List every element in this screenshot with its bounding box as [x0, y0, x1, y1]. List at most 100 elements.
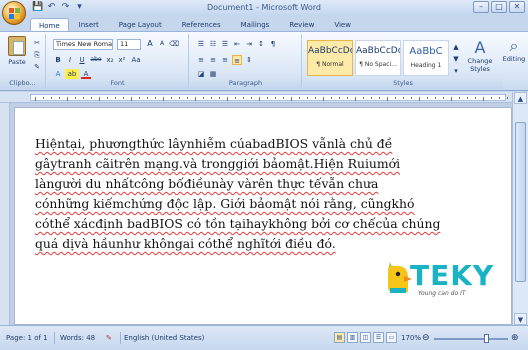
highlight-icon[interactable]: ab — [65, 69, 79, 79]
change-styles-button[interactable]: A Change Styles — [463, 39, 497, 74]
tab-mailings[interactable]: Mailings — [231, 18, 280, 32]
ruler-tick — [75, 97, 76, 99]
zoom-in-icon[interactable]: ⊕ — [511, 333, 519, 343]
zoom-slider-thumb[interactable] — [483, 334, 489, 343]
font-size-select[interactable]: 11 — [117, 39, 141, 50]
styles-more-icon[interactable]: ▾ — [451, 66, 461, 76]
horizontal-ruler[interactable] — [0, 92, 528, 103]
word-count[interactable]: Words: 48 — [60, 334, 95, 342]
text-effects-icon[interactable]: A — [53, 69, 63, 79]
proofing-icon[interactable]: ✎ — [106, 334, 112, 342]
window-title: Document1 - Microsoft Word — [206, 3, 322, 12]
grow-font-icon[interactable]: A — [145, 39, 155, 49]
style-heading-1[interactable]: AaBbC Heading 1 — [403, 40, 449, 76]
page-count[interactable]: Page: 1 of 1 — [6, 334, 48, 342]
ruler-tick — [411, 97, 412, 99]
justify-icon[interactable]: ≡ — [232, 55, 242, 65]
tab-references[interactable]: References — [172, 18, 231, 32]
office-button[interactable] — [2, 1, 26, 25]
strikethrough-button[interactable]: abe — [89, 55, 103, 65]
scroll-thumb[interactable] — [515, 122, 526, 282]
ruler-tick — [35, 97, 36, 101]
ruler-tick — [315, 97, 316, 99]
borders-icon[interactable]: ▦ — [208, 69, 218, 79]
ruler-tick — [275, 97, 276, 99]
show-marks-icon[interactable]: ¶ — [268, 39, 278, 49]
styles-scroll: ▲ ▼ ▾ — [451, 42, 461, 76]
language-indicator[interactable]: English (United States) — [124, 334, 204, 342]
full-screen-reading-icon[interactable]: ▥ — [347, 332, 358, 343]
bold-button[interactable]: B — [53, 55, 63, 65]
editing-button[interactable]: ⌕ Editing — [500, 37, 528, 64]
ruler-tick — [83, 97, 84, 99]
ruler-tick — [171, 97, 172, 99]
bullets-icon[interactable]: ☰ — [196, 39, 206, 49]
ruler-tick — [259, 97, 260, 101]
copy-icon[interactable]: ⎘ — [32, 50, 42, 60]
tab-review[interactable]: Review — [279, 18, 324, 32]
subscript-button[interactable]: x₂ — [105, 55, 115, 65]
align-center-icon[interactable]: ≡ — [208, 55, 218, 65]
align-left-icon[interactable]: ≡ — [196, 55, 206, 65]
sort-icon[interactable]: ↕ — [256, 39, 266, 49]
font-color-icon[interactable]: A — [81, 69, 91, 79]
numbering-icon[interactable]: ☷ — [208, 39, 218, 49]
status-divider — [120, 332, 121, 344]
increase-indent-icon[interactable]: ⇥ — [244, 39, 254, 49]
alignment-buttons: ≡ ≡ ≡ ≡ ⇕ — [196, 55, 254, 65]
ruler-tick — [195, 97, 196, 101]
decrease-indent-icon[interactable]: ⇤ — [232, 39, 242, 49]
underline-button[interactable]: U — [77, 55, 87, 65]
clear-formatting-icon[interactable]: ⌫ — [169, 39, 179, 49]
document-line: cóthể xácđịnh badBIOS có tồn tạihaykhông… — [35, 216, 441, 231]
styles-down-icon[interactable]: ▼ — [451, 54, 461, 64]
ribbon-tabs: Home Insert Page Layout References Maili… — [30, 18, 361, 32]
font-group: Times New Roma 11 A A ⌫ B I U abe x₂ x² … — [47, 34, 189, 89]
paste-button[interactable]: Paste — [4, 36, 30, 74]
style-no-spacing[interactable]: AaBbCcDc ¶ No Spaci... — [355, 40, 401, 76]
minimize-button[interactable]: – — [473, 1, 489, 13]
document-body[interactable]: Hiệntại, phươngthức lâynhiễm cúabadBIOS … — [35, 134, 495, 254]
scroll-up-icon[interactable]: ▲ — [514, 92, 527, 104]
ruler-tick — [467, 97, 468, 99]
tab-home[interactable]: Home — [30, 18, 69, 32]
cut-icon[interactable]: ✂ — [32, 38, 42, 48]
shading-icon[interactable]: ◪ — [196, 69, 206, 79]
zoom-slider[interactable] — [434, 338, 508, 340]
zoom-level[interactable]: 170% — [401, 334, 421, 342]
align-right-icon[interactable]: ≡ — [220, 55, 230, 65]
tab-insert[interactable]: Insert — [69, 18, 109, 32]
ribbon: Paste ✂ ⎘ ✎ Clipbo... Times New Roma 11 … — [0, 31, 528, 91]
shrink-font-icon[interactable]: A — [157, 39, 167, 49]
italic-button[interactable]: I — [65, 55, 75, 65]
draft-view-icon[interactable]: ▭ — [386, 332, 397, 343]
styles-up-icon[interactable]: ▲ — [451, 42, 461, 52]
print-layout-view-icon[interactable]: ▤ — [334, 332, 345, 343]
outline-view-icon[interactable]: ☰ — [373, 332, 384, 343]
tab-page-layout[interactable]: Page Layout — [109, 18, 172, 32]
tab-view[interactable]: View — [324, 18, 361, 32]
format-painter-icon[interactable]: ✎ — [32, 62, 42, 72]
line-spacing-icon[interactable]: ⇕ — [244, 55, 254, 65]
multilevel-list-icon[interactable]: ☰ — [220, 39, 230, 49]
scroll-down-icon[interactable]: ▼ — [514, 313, 527, 325]
ruler-tick — [59, 97, 60, 99]
ruler-tick — [451, 97, 452, 101]
vertical-ruler[interactable] — [0, 103, 10, 325]
document-line: quá dịvà hầunhư khôngai cóthể nghĩtới đi… — [35, 236, 336, 251]
superscript-button[interactable]: x² — [117, 55, 127, 65]
change-case-button[interactable]: Aa — [129, 55, 143, 65]
style-normal[interactable]: AaBbCcDc ¶ Normal — [307, 40, 353, 76]
ruler-tick — [107, 97, 108, 99]
teky-tagline: Young can do IT — [418, 290, 466, 297]
vertical-scrollbar[interactable]: ▲ ▼ — [512, 92, 528, 325]
maximize-button[interactable]: □ — [491, 1, 507, 13]
font-name-select[interactable]: Times New Roma — [53, 39, 113, 50]
web-layout-icon[interactable]: ◫ — [360, 332, 371, 343]
ruler-tick — [147, 97, 148, 99]
close-button[interactable]: ✕ — [509, 1, 525, 13]
ruler-tick — [491, 97, 492, 99]
zoom-out-icon[interactable]: ⊖ — [422, 333, 430, 343]
ruler-tick — [299, 97, 300, 99]
style-no-spacing-preview: AaBbCcDc — [356, 46, 400, 56]
